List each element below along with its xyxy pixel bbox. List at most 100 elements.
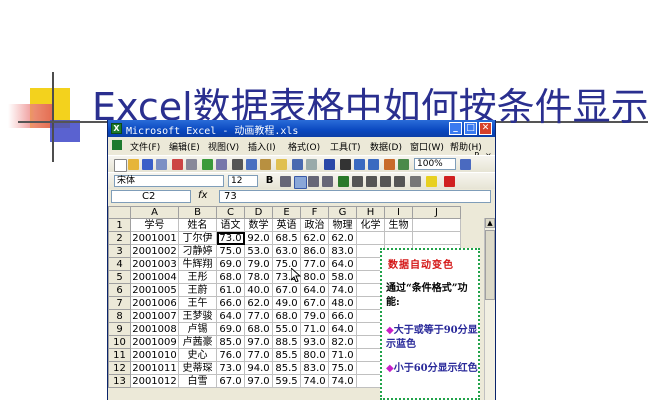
column-header[interactable]: G xyxy=(328,206,357,219)
cell[interactable]: 白雪 xyxy=(178,374,217,388)
menu-edit[interactable]: 编辑(E) xyxy=(169,140,200,153)
cell[interactable]: 姓名 xyxy=(178,218,217,232)
spelling-icon[interactable] xyxy=(202,159,213,170)
cell[interactable]: 74.0 xyxy=(328,374,357,388)
cell[interactable]: 牛辉翔 xyxy=(178,257,217,271)
cell[interactable]: 58.0 xyxy=(328,270,357,284)
cell[interactable]: 2001009 xyxy=(130,335,179,349)
cell[interactable]: 67.0 xyxy=(216,374,245,388)
cell[interactable]: 数学 xyxy=(244,218,273,232)
cell[interactable]: 61.0 xyxy=(216,283,245,297)
window-titlebar[interactable]: X Microsoft Excel - 动画教程.xls _ □ ✕ xyxy=(108,120,495,137)
cell[interactable]: 68.0 xyxy=(272,309,301,323)
cell[interactable]: 69.0 xyxy=(216,322,245,336)
align-center-icon[interactable] xyxy=(294,176,307,189)
column-header[interactable]: H xyxy=(356,206,385,219)
column-header[interactable]: J xyxy=(412,206,461,219)
cell[interactable]: 2001005 xyxy=(130,283,179,297)
cell[interactable]: 40.0 xyxy=(244,283,273,297)
cell[interactable]: 77.0 xyxy=(244,348,273,362)
cell[interactable]: 2001002 xyxy=(130,244,179,258)
cell[interactable]: 68.0 xyxy=(244,322,273,336)
menu-format[interactable]: 格式(O) xyxy=(288,140,320,153)
cell[interactable]: 刁静婷 xyxy=(178,244,217,258)
cell[interactable] xyxy=(412,231,461,245)
cell[interactable]: 79.0 xyxy=(244,257,273,271)
chart-wizard-icon[interactable] xyxy=(384,159,395,170)
cell[interactable]: 王梦骏 xyxy=(178,309,217,323)
cell[interactable]: 79.0 xyxy=(300,309,329,323)
cell[interactable]: 化学 xyxy=(356,218,385,232)
name-box[interactable]: C2 xyxy=(111,190,191,203)
cell[interactable]: 62.0 xyxy=(300,231,329,245)
comma-style-icon[interactable] xyxy=(366,176,377,187)
cell[interactable]: 75.0 xyxy=(328,361,357,375)
cell[interactable]: 王午 xyxy=(178,296,217,310)
cell[interactable]: 77.0 xyxy=(300,257,329,271)
paste-icon[interactable] xyxy=(260,159,271,170)
close-button[interactable]: ✕ xyxy=(479,122,492,135)
cell[interactable]: 97.0 xyxy=(244,335,273,349)
column-header[interactable]: B xyxy=(178,206,217,219)
cell[interactable]: 71.0 xyxy=(328,348,357,362)
cell[interactable]: 63.0 xyxy=(272,244,301,258)
cell[interactable]: 83.0 xyxy=(328,244,357,258)
print-preview-icon[interactable] xyxy=(186,159,197,170)
cell[interactable]: 48.0 xyxy=(328,296,357,310)
bold-button[interactable]: B xyxy=(264,175,275,186)
cell[interactable]: 55.0 xyxy=(272,322,301,336)
formula-input[interactable]: 73 xyxy=(219,190,491,203)
help-icon[interactable] xyxy=(460,159,471,170)
column-header[interactable]: F xyxy=(300,206,329,219)
cell[interactable]: 69.0 xyxy=(216,257,245,271)
cell[interactable]: 93.0 xyxy=(300,335,329,349)
cell[interactable] xyxy=(356,231,385,245)
cell[interactable]: 73.0 xyxy=(216,361,245,375)
row-header[interactable]: 10 xyxy=(108,335,131,349)
align-right-icon[interactable] xyxy=(308,176,319,187)
currency-icon[interactable] xyxy=(338,176,349,187)
cell[interactable]: 71.0 xyxy=(300,322,329,336)
row-header[interactable]: 1 xyxy=(108,218,131,232)
cell[interactable]: 74.0 xyxy=(300,374,329,388)
font-color-icon[interactable] xyxy=(444,176,455,187)
row-header[interactable]: 5 xyxy=(108,270,131,284)
cell[interactable]: 78.0 xyxy=(244,270,273,284)
merge-center-icon[interactable] xyxy=(322,176,333,187)
row-header[interactable]: 4 xyxy=(108,257,131,271)
cell[interactable]: 97.0 xyxy=(244,374,273,388)
open-icon[interactable] xyxy=(128,159,139,170)
cell[interactable]: 80.0 xyxy=(300,270,329,284)
cell[interactable] xyxy=(384,231,413,245)
row-header[interactable]: 3 xyxy=(108,244,131,258)
cell[interactable]: 2001012 xyxy=(130,374,179,388)
cell[interactable]: 史心 xyxy=(178,348,217,362)
cell[interactable]: 2001001 xyxy=(130,231,179,245)
row-header[interactable]: 8 xyxy=(108,309,131,323)
cell[interactable]: 92.0 xyxy=(244,231,273,245)
format-painter-icon[interactable] xyxy=(276,159,287,170)
cell[interactable]: 64.0 xyxy=(328,257,357,271)
cell[interactable]: 86.0 xyxy=(300,244,329,258)
cell[interactable]: 2001011 xyxy=(130,361,179,375)
cell[interactable]: 59.5 xyxy=(272,374,301,388)
column-header[interactable]: D xyxy=(244,206,273,219)
cut-icon[interactable] xyxy=(232,159,243,170)
redo-icon[interactable] xyxy=(306,159,317,170)
save-icon[interactable] xyxy=(142,159,153,170)
cell[interactable]: 英语 xyxy=(272,218,301,232)
cell[interactable]: 74.0 xyxy=(328,283,357,297)
cell[interactable]: 67.0 xyxy=(300,296,329,310)
cell[interactable]: 2001008 xyxy=(130,322,179,336)
cell[interactable]: 68.5 xyxy=(272,231,301,245)
cell[interactable]: 64.0 xyxy=(300,283,329,297)
row-header[interactable]: 7 xyxy=(108,296,131,310)
cell[interactable]: 68.0 xyxy=(216,270,245,284)
menu-data[interactable]: 数据(D) xyxy=(370,140,402,153)
scroll-up-arrow-icon[interactable]: ▲ xyxy=(485,218,495,228)
hyperlink-icon[interactable] xyxy=(324,159,335,170)
menu-window[interactable]: 窗口(W) xyxy=(410,140,444,153)
cell[interactable]: 85.5 xyxy=(272,361,301,375)
cell[interactable]: 丁尔伊 xyxy=(178,231,217,245)
cell[interactable]: 82.0 xyxy=(328,335,357,349)
